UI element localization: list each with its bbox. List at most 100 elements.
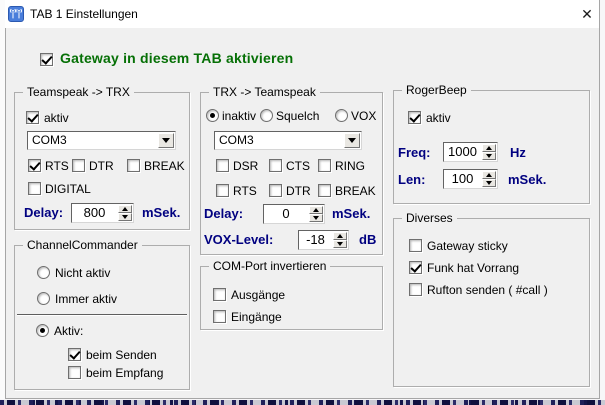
trx-ts-break-label[interactable]: BREAK [335,185,376,198]
invert-eingaenge-checkbox[interactable] [213,310,226,323]
ts-trx-aktiv-checkbox[interactable] [26,111,39,124]
len-spinner[interactable]: 100 [443,169,498,189]
dropdown-arrow-button[interactable] [158,133,174,148]
ts-trx-delay-label: Delay: [24,206,63,219]
spinner-up-button[interactable] [118,205,132,213]
trx-ts-dsr-checkbox[interactable] [216,159,229,172]
spinner-down-button[interactable] [333,240,347,248]
freq-label: Freq: [398,146,431,159]
trx-ts-cts-checkbox[interactable] [269,159,282,172]
trx-ts-vox-radio[interactable] [335,109,348,122]
spinner-down-button[interactable] [118,213,132,221]
dropdown-arrow-button[interactable] [344,133,360,148]
ts-trx-break-checkbox[interactable] [127,159,140,172]
ts-trx-com-port-select[interactable]: COM3 [27,131,176,150]
trx-ts-rts-checkbox[interactable] [216,184,229,197]
triangle-up-icon [122,207,128,211]
chevron-down-icon [348,138,356,143]
spinner-up-button[interactable] [482,144,496,152]
invert-ausgaenge-label[interactable]: Ausgänge [231,289,285,302]
gateway-sticky-checkbox[interactable] [409,239,422,252]
rogerbeep-aktiv-checkbox[interactable] [408,111,421,124]
gateway-enable-label[interactable]: Gateway in diesem TAB aktivieren [60,51,293,66]
trx-ts-dtr-label[interactable]: DTR [286,185,311,198]
rufton-senden-label[interactable]: Rufton senden ( #call ) [427,284,548,297]
vox-level-spinner[interactable]: -18 [298,230,349,250]
trx-ts-break-checkbox[interactable] [318,184,331,197]
vox-level-label: VOX-Level: [204,233,273,246]
triangle-up-icon [337,234,343,238]
trx-ts-cts-label[interactable]: CTS [286,160,310,173]
spinner-value[interactable]: 0 [264,205,308,223]
triangle-down-icon [313,216,319,220]
app-icon [8,6,24,22]
spinner-down-button[interactable] [482,179,496,187]
ts-trx-aktiv-label[interactable]: aktiv [44,112,69,125]
spinner-up-button[interactable] [333,232,347,240]
ts-trx-digital-checkbox[interactable] [28,182,41,195]
ts-trx-digital-label[interactable]: DIGITAL [45,183,91,196]
len-label: Len: [398,173,425,186]
spinner-value[interactable]: 800 [72,204,117,222]
ts-trx-break-label[interactable]: BREAK [144,160,185,173]
trx-ts-delay-spinner[interactable]: 0 [263,204,325,224]
trx-ts-inaktiv-radio[interactable] [206,109,219,122]
cc-beim-senden-label[interactable]: beim Senden [86,349,157,362]
ts-trx-delay-spinner[interactable]: 800 [71,203,134,223]
trx-ts-vox-label[interactable]: VOX [351,110,376,123]
trx-ts-ring-label[interactable]: RING [335,160,365,173]
cc-immer-aktiv-radio[interactable] [37,292,50,305]
cc-aktiv-label[interactable]: Aktiv: [54,325,83,338]
gateway-sticky-label[interactable]: Gateway sticky [427,240,508,253]
cc-nicht-aktiv-label[interactable]: Nicht aktiv [55,267,110,280]
trx-ts-dsr-label[interactable]: DSR [233,160,258,173]
freq-spinner[interactable]: 1000 [443,142,498,162]
background-window-strip [0,400,605,405]
spinner-up-button[interactable] [482,171,496,179]
trx-ts-dtr-checkbox[interactable] [269,184,282,197]
ts-trx-dtr-checkbox[interactable] [72,159,85,172]
spinner-up-button[interactable] [309,206,323,214]
funk-vorrang-label[interactable]: Funk hat Vorrang [427,262,519,275]
group-title: Teamspeak -> TRX [23,86,134,99]
trx-ts-inaktiv-label[interactable]: inaktiv [222,110,256,123]
cc-aktiv-radio[interactable] [36,324,49,337]
spinner-value[interactable]: 100 [444,170,481,188]
window-title: TAB 1 Einstellungen [30,8,138,21]
spinner-down-button[interactable] [482,152,496,160]
vox-level-unit: dB [359,233,376,246]
group-title: TRX -> Teamspeak [209,86,320,99]
spinner-down-button[interactable] [309,214,323,222]
rogerbeep-aktiv-label[interactable]: aktiv [426,112,451,125]
ts-trx-rts-checkbox[interactable] [28,159,41,172]
trx-ts-delay-label: Delay: [204,207,243,220]
cc-beim-senden-checkbox[interactable] [68,348,81,361]
funk-vorrang-checkbox[interactable] [409,261,422,274]
trx-ts-squelch-label[interactable]: Squelch [276,110,319,123]
cc-nicht-aktiv-radio[interactable] [37,266,50,279]
com-port-value: COM3 [28,132,157,149]
gateway-enable-checkbox[interactable] [40,53,53,66]
trx-ts-ring-checkbox[interactable] [318,159,331,172]
ts-trx-dtr-label[interactable]: DTR [89,160,114,173]
cc-immer-aktiv-label[interactable]: Immer aktiv [55,293,117,306]
close-button[interactable]: ✕ [574,3,600,25]
trx-ts-rts-label[interactable]: RTS [233,185,257,198]
group-title: ChannelCommander [23,239,142,252]
trx-ts-com-port-select[interactable]: COM3 [214,131,362,150]
spinner-value[interactable]: -18 [299,231,332,249]
rufton-senden-checkbox[interactable] [409,283,422,296]
triangle-down-icon [486,154,492,158]
trx-ts-squelch-radio[interactable] [260,109,273,122]
spinner-value[interactable]: 1000 [444,143,481,161]
invert-ausgaenge-checkbox[interactable] [213,288,226,301]
triangle-up-icon [486,146,492,150]
cc-beim-empfang-checkbox[interactable] [68,366,81,379]
invert-eingaenge-label[interactable]: Eingänge [231,311,282,324]
cc-beim-empfang-label[interactable]: beim Empfang [86,367,163,380]
triangle-up-icon [486,173,492,177]
ts-trx-rts-label[interactable]: RTS [45,160,69,173]
close-icon: ✕ [581,6,593,23]
triangle-down-icon [122,215,128,219]
trx-ts-delay-unit: mSek. [332,207,370,220]
